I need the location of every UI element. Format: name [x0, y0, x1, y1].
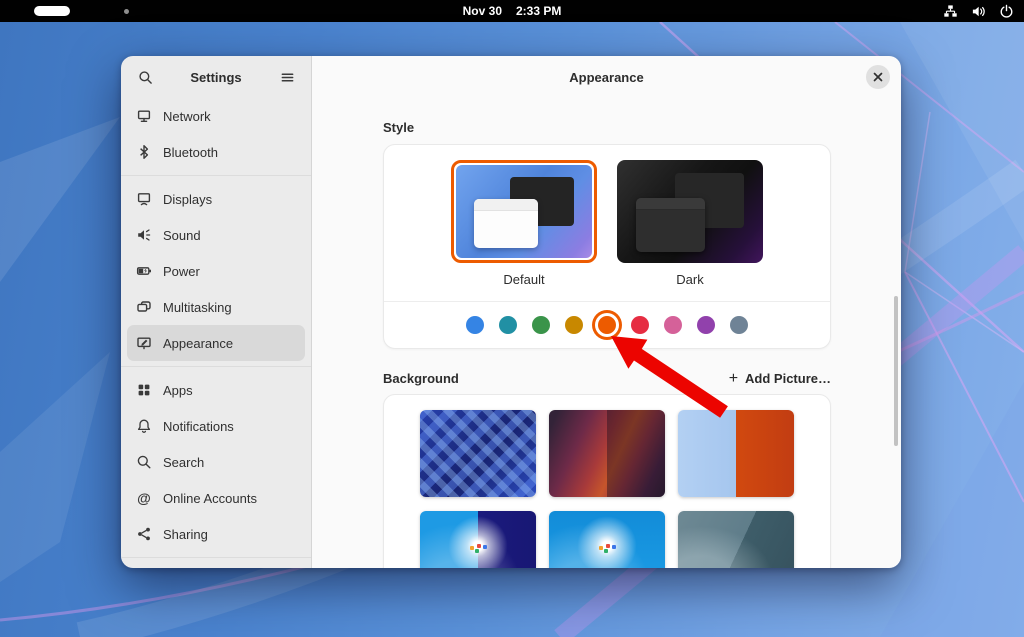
style-card: Default Dark [383, 144, 831, 349]
search-icon [137, 455, 151, 469]
style-default-label: Default [503, 272, 545, 287]
displays-icon [137, 193, 151, 206]
accent-color-row [384, 302, 830, 348]
style-option-default[interactable]: Default [451, 160, 597, 301]
sidebar-item-sound[interactable]: Sound [127, 217, 305, 253]
bluetooth-icon [140, 145, 149, 159]
plus-icon: + [728, 369, 739, 387]
accent-green[interactable] [532, 316, 550, 334]
sidebar-item-online-accounts[interactable]: Online Accounts [127, 480, 305, 516]
accent-orange-selected[interactable] [598, 316, 616, 334]
accent-slate[interactable] [730, 316, 748, 334]
accent-blue[interactable] [466, 316, 484, 334]
sidebar-item-multitasking[interactable]: Multitasking [127, 289, 305, 325]
volume-icon [971, 4, 986, 19]
clock[interactable]: Nov 30 2:33 PM [0, 0, 1024, 22]
top-bar: Nov 30 2:33 PM [0, 0, 1024, 22]
wallpaper-red-purple-waves[interactable] [549, 410, 665, 497]
background-card [383, 394, 831, 568]
sidebar-item-notifications[interactable]: Notifications [127, 408, 305, 444]
network-wired-icon [943, 4, 958, 19]
sidebar-item-displays[interactable]: Displays [127, 181, 305, 217]
sidebar-item-label: Notifications [163, 418, 234, 434]
accent-pink[interactable] [664, 316, 682, 334]
sidebar-item-network[interactable]: Network [127, 98, 305, 134]
sharing-icon [138, 527, 150, 541]
sidebar-item-label: Search [163, 454, 205, 470]
date-label: Nov 30 [462, 4, 502, 18]
sidebar-item-appearance[interactable]: Appearance [127, 325, 305, 361]
sidebar-item-sharing[interactable]: Sharing [127, 516, 305, 552]
add-picture-button[interactable]: + Add Picture… [728, 369, 831, 387]
sidebar-item-power[interactable]: Power [127, 253, 305, 289]
wallpaper-island-day[interactable] [549, 511, 665, 568]
sidebar-item-label: Bluetooth [163, 144, 218, 160]
accent-teal[interactable] [499, 316, 517, 334]
close-icon [873, 72, 883, 82]
mini-window-front [473, 199, 538, 248]
style-dark-label: Dark [676, 272, 704, 287]
sidebar-nav: Network Bluetooth Displays Sound Power M… [121, 98, 311, 563]
wallpaper-teal-abstract[interactable] [678, 511, 794, 568]
style-default-preview [456, 165, 592, 258]
sidebar-item-apps[interactable]: Apps [127, 372, 305, 408]
wallpaper-blue-orange-split[interactable] [678, 410, 794, 497]
multitasking-icon [137, 301, 151, 312]
style-default-selected-frame [451, 160, 597, 263]
style-dark-preview [617, 160, 763, 263]
accent-purple[interactable] [697, 316, 715, 334]
sidebar-item-bluetooth[interactable]: Bluetooth [127, 134, 305, 170]
wallpaper-row [420, 511, 794, 568]
network-icon [137, 110, 151, 122]
wallpaper-island-day-night[interactable] [420, 511, 536, 568]
style-previews: Default Dark [384, 145, 830, 301]
sidebar-item-label: Sharing [163, 526, 208, 542]
window-title: Settings [190, 69, 242, 85]
sound-icon [138, 229, 151, 241]
at-icon [136, 490, 152, 506]
style-section-label: Style [383, 120, 415, 135]
sidebar-header: Settings [121, 56, 311, 98]
sidebar-divider [121, 175, 311, 176]
sidebar-item-label: Power [163, 263, 200, 279]
accent-red[interactable] [631, 316, 649, 334]
sidebar-item-label: Multitasking [163, 299, 232, 315]
scrollbar[interactable] [894, 296, 898, 446]
appearance-panel: Appearance Style Default Dark Background… [312, 56, 901, 568]
system-tray[interactable] [943, 0, 1014, 22]
sidebar-item-search[interactable]: Search [127, 444, 305, 480]
sidebar-item-label: Network [163, 108, 211, 124]
wallpaper-row [420, 410, 794, 497]
sidebar-divider [121, 366, 311, 367]
add-picture-label: Add Picture… [745, 371, 831, 386]
search-button[interactable] [134, 66, 156, 88]
settings-sidebar: Settings Network Bluetooth Displays Soun… [121, 56, 312, 568]
background-section-label: Background [383, 371, 459, 386]
sidebar-divider [121, 557, 311, 558]
sidebar-item-label: Sound [163, 227, 201, 243]
appearance-icon [137, 337, 151, 350]
power-icon [999, 4, 1014, 19]
sidebar-item-label: Appearance [163, 335, 234, 351]
apps-grid-icon [138, 384, 150, 396]
panel-content: Style Default Dark Background + Add Pict… [312, 98, 901, 568]
style-option-dark[interactable]: Dark [617, 160, 763, 301]
sidebar-item-label: Displays [163, 191, 213, 207]
settings-window: Settings Network Bluetooth Displays Soun… [121, 56, 901, 568]
accent-yellow[interactable] [565, 316, 583, 334]
power-battery-icon [136, 267, 151, 275]
main-menu-button[interactable] [276, 66, 298, 88]
close-button[interactable] [866, 65, 890, 89]
sidebar-item-label: Apps [163, 382, 193, 398]
notifications-bell-icon [137, 419, 151, 433]
background-header-row: Background + Add Picture… [383, 369, 831, 387]
mini-window-front [635, 198, 705, 252]
wallpaper-blue-triangles[interactable] [420, 410, 536, 497]
time-label: 2:33 PM [516, 4, 562, 18]
panel-title: Appearance [569, 69, 644, 85]
sidebar-item-label: Online Accounts [163, 490, 257, 506]
panel-header: Appearance [312, 56, 901, 98]
